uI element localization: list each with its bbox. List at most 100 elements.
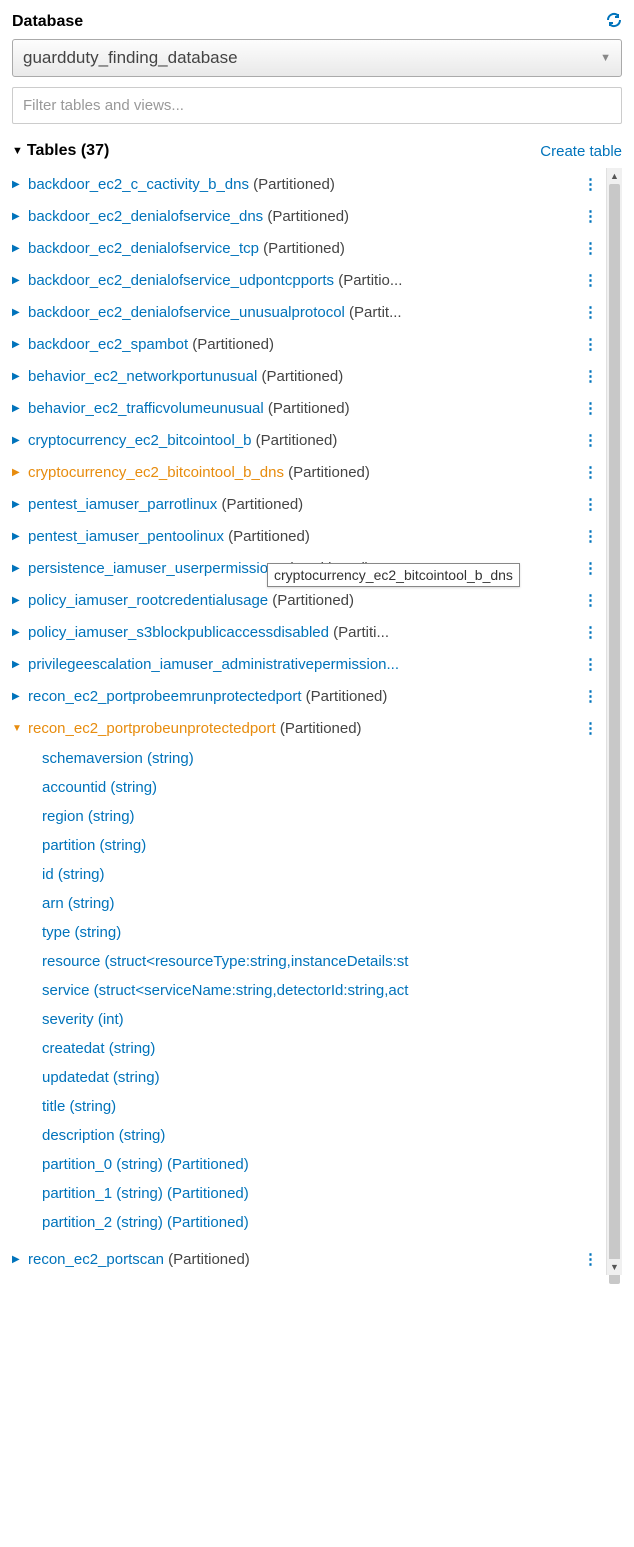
table-row[interactable]: ▶ recon_ec2_portprobeemrunprotectedport (… (12, 680, 602, 712)
table-name: recon_ec2_portscan (Partitioned) (28, 1251, 573, 1268)
caret-right-icon[interactable]: ▶ (12, 243, 22, 254)
refresh-icon[interactable] (606, 12, 622, 31)
table-menu-icon[interactable]: ⋮ (579, 239, 602, 257)
table-row[interactable]: ▶ cryptocurrency_ec2_bitcointool_b (Parti… (12, 424, 602, 456)
table-menu-icon[interactable]: ⋮ (579, 719, 602, 737)
table-menu-icon[interactable]: ⋮ (579, 367, 602, 385)
table-row[interactable]: ▼ recon_ec2_portprobeunprotectedport (Par… (12, 712, 602, 744)
caret-right-icon[interactable]: ▶ (12, 307, 22, 318)
table-name: backdoor_ec2_c_cactivity_b_dns (Partitio… (28, 176, 573, 193)
table-row[interactable]: ▶privilegeescalation_iamuser_administrat… (12, 648, 602, 680)
column-row[interactable]: partition_0 (string) (Partitioned) (42, 1150, 602, 1179)
column-row[interactable]: type (string) (42, 918, 602, 947)
column-row[interactable]: service (struct<serviceName:string,detec… (42, 976, 602, 1005)
tables-scroll: ▶ backdoor_ec2_c_cactivity_b_dns (Partiti… (12, 168, 622, 1275)
column-row[interactable]: partition (string) (42, 831, 602, 860)
table-name: policy_iamuser_rootcredentialusage (Part… (28, 592, 573, 609)
column-row[interactable]: severity (int) (42, 1005, 602, 1034)
column-row[interactable]: updatedat (string) (42, 1063, 602, 1092)
caret-right-icon[interactable]: ▶ (12, 1254, 22, 1265)
column-row[interactable]: title (string) (42, 1092, 602, 1121)
table-menu-icon[interactable]: ⋮ (579, 431, 602, 449)
table-menu-icon[interactable]: ⋮ (579, 623, 602, 641)
caret-right-icon[interactable]: ▶ (12, 211, 22, 222)
table-menu-icon[interactable]: ⋮ (579, 207, 602, 225)
column-list: schemaversion (string)accountid (string)… (12, 744, 602, 1243)
scroll-down-icon[interactable]: ▼ (607, 1259, 622, 1275)
table-menu-icon[interactable]: ⋮ (579, 335, 602, 353)
table-name: backdoor_ec2_denialofservice_dns (Partit… (28, 208, 573, 225)
table-row[interactable]: ▶policy_iamuser_s3blockpublicaccessdisab… (12, 616, 602, 648)
caret-right-icon[interactable]: ▶ (12, 467, 22, 478)
column-row[interactable]: partition_1 (string) (Partitioned) (42, 1179, 602, 1208)
table-menu-icon[interactable]: ⋮ (579, 559, 602, 577)
table-name: backdoor_ec2_spambot (Partitioned) (28, 336, 573, 353)
table-row[interactable]: ▶ behavior_ec2_networkportunusual (Partit… (12, 360, 602, 392)
column-row[interactable]: partition_2 (string) (Partitioned) (42, 1208, 602, 1237)
caret-right-icon[interactable]: ▶ (12, 435, 22, 446)
column-row[interactable]: id (string) (42, 860, 602, 889)
column-row[interactable]: createdat (string) (42, 1034, 602, 1063)
caret-right-icon[interactable]: ▶ (12, 595, 22, 606)
table-menu-icon[interactable]: ⋮ (579, 591, 602, 609)
table-name: recon_ec2_portprobeemrunprotectedport (P… (28, 688, 573, 705)
caret-right-icon[interactable]: ▶ (12, 403, 22, 414)
table-row[interactable]: ▶ backdoor_ec2_denialofservice_unusualpro… (12, 296, 602, 328)
table-name: recon_ec2_portprobeunprotectedport (Part… (28, 720, 573, 737)
table-row[interactable]: ▶ recon_ec2_portscan (Partitioned) ⋮ (12, 1243, 602, 1275)
table-menu-icon[interactable]: ⋮ (579, 495, 602, 513)
caret-right-icon[interactable]: ▶ (12, 339, 22, 350)
table-menu-icon[interactable]: ⋮ (579, 303, 602, 321)
column-row[interactable]: region (string) (42, 802, 602, 831)
table-menu-icon[interactable]: ⋮ (579, 399, 602, 417)
caret-right-icon[interactable]: ▶ (12, 179, 22, 190)
table-name: pentest_iamuser_pentoolinux (Partitioned… (28, 528, 573, 545)
scrollbar-thumb[interactable] (609, 184, 620, 1284)
table-menu-icon[interactable]: ⋮ (579, 527, 602, 545)
create-table-link[interactable]: Create table (540, 143, 622, 160)
tables-label: Tables (37) (27, 142, 109, 160)
caret-right-icon[interactable]: ▶ (12, 275, 22, 286)
database-select[interactable]: guardduty_finding_database ▼ (12, 39, 622, 77)
caret-right-icon[interactable]: ▶ (12, 531, 22, 542)
table-name: backdoor_ec2_denialofservice_unusualprot… (28, 304, 573, 321)
table-row[interactable]: ▶ pentest_iamuser_pentoolinux (Partitione… (12, 520, 602, 552)
scroll-up-icon[interactable]: ▲ (607, 168, 622, 184)
column-row[interactable]: schemaversion (string) (42, 744, 602, 773)
column-row[interactable]: arn (string) (42, 889, 602, 918)
table-menu-icon[interactable]: ⋮ (579, 655, 602, 673)
caret-down-icon[interactable]: ▼ (12, 723, 22, 734)
table-row[interactable]: ▶ backdoor_ec2_denialofservice_dns (Parti… (12, 200, 602, 232)
table-row[interactable]: ▶ backdoor_ec2_denialofservice_tcp (Parti… (12, 232, 602, 264)
table-menu-icon[interactable]: ⋮ (579, 175, 602, 193)
table-name: cryptocurrency_ec2_bitcointool_b_dns (Pa… (28, 464, 573, 481)
table-menu-icon[interactable]: ⋮ (579, 271, 602, 289)
column-row[interactable]: description (string) (42, 1121, 602, 1150)
table-menu-icon[interactable]: ⋮ (579, 1250, 602, 1268)
table-menu-icon[interactable]: ⋮ (579, 687, 602, 705)
table-row[interactable]: ▶ policy_iamuser_rootcredentialusage (Par… (12, 584, 602, 616)
scrollbar[interactable]: ▲ ▼ (606, 168, 622, 1275)
tables-toggle[interactable]: ▼ Tables (37) (12, 142, 109, 160)
caret-down-icon: ▼ (12, 145, 23, 157)
table-row[interactable]: ▶backdoor_ec2_denialofservice_udpontcppo… (12, 264, 602, 296)
caret-right-icon[interactable]: ▶ (12, 659, 22, 670)
table-row[interactable]: ▶ cryptocurrency_ec2_bitcointool_b_dns (P… (12, 456, 602, 488)
table-row[interactable]: ▶ backdoor_ec2_c_cactivity_b_dns (Partiti… (12, 168, 602, 200)
filter-tables-input[interactable] (12, 87, 622, 124)
caret-right-icon[interactable]: ▶ (12, 627, 22, 638)
table-name: behavior_ec2_trafficvolumeunusual (Parti… (28, 400, 573, 417)
table-row[interactable]: ▶ behavior_ec2_trafficvolumeunusual (Part… (12, 392, 602, 424)
column-row[interactable]: resource (struct<resourceType:string,ins… (42, 947, 602, 976)
table-name: backdoor_ec2_denialofservice_tcp (Partit… (28, 240, 573, 257)
caret-right-icon[interactable]: ▶ (12, 371, 22, 382)
table-menu-icon[interactable]: ⋮ (579, 463, 602, 481)
table-row[interactable]: ▶pentest_iamuser_parrotlinux (Partitione… (12, 488, 602, 520)
table-name: behavior_ec2_networkportunusual (Partiti… (28, 368, 573, 385)
caret-right-icon[interactable]: ▶ (12, 563, 22, 574)
table-name: cryptocurrency_ec2_bitcointool_b (Partit… (28, 432, 573, 449)
table-row[interactable]: ▶ backdoor_ec2_spambot (Partitioned) ⋮ (12, 328, 602, 360)
column-row[interactable]: accountid (string) (42, 773, 602, 802)
caret-right-icon[interactable]: ▶ (12, 691, 22, 702)
caret-right-icon[interactable]: ▶ (12, 499, 22, 510)
